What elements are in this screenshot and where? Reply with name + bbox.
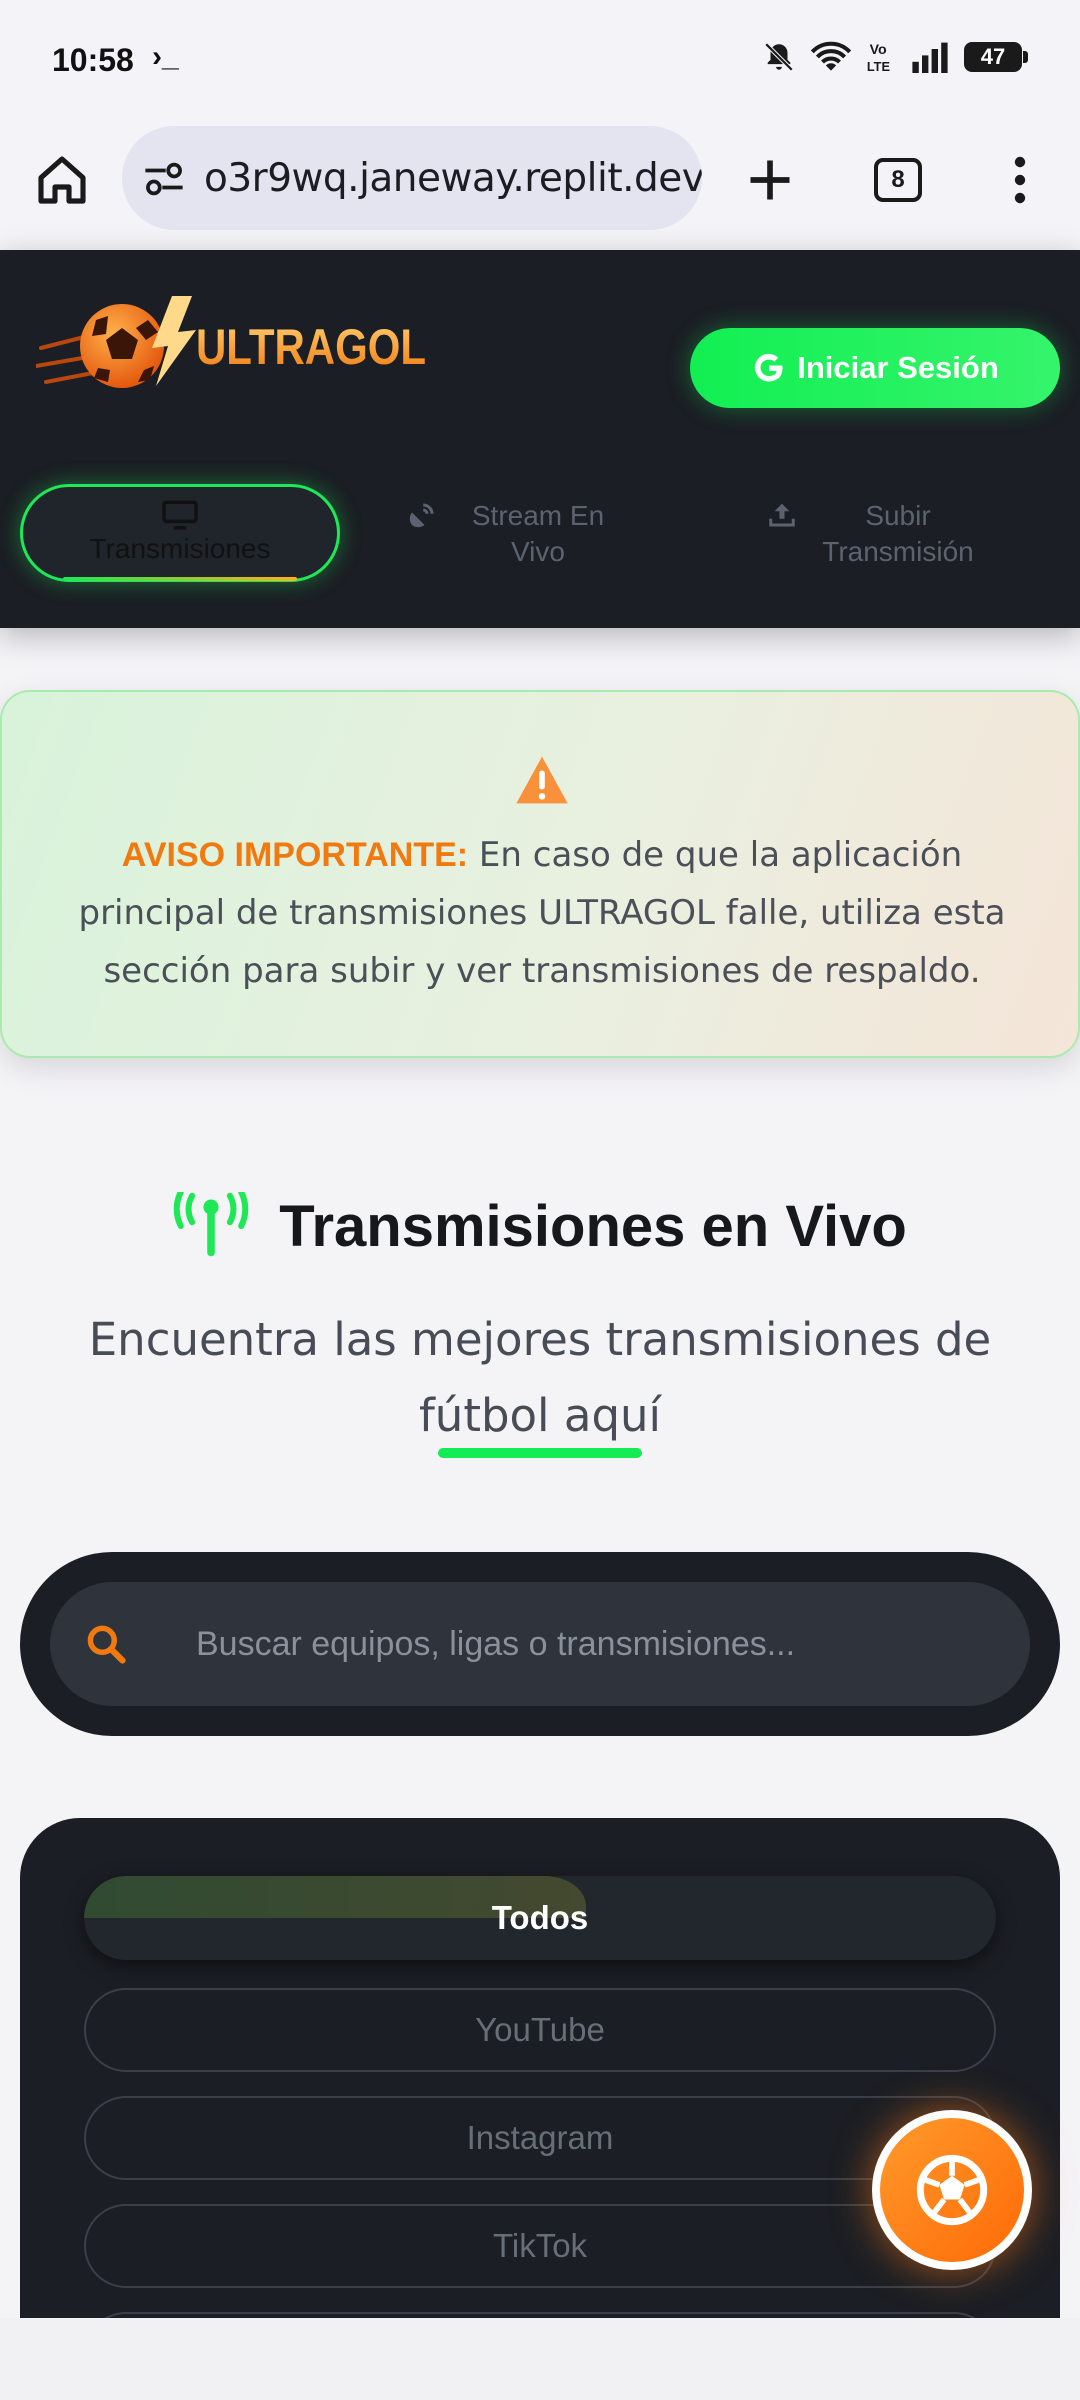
svg-text:LTE: LTE bbox=[867, 59, 890, 74]
address-bar[interactable]: o3r9wq.janeway.replit.dev bbox=[122, 126, 702, 230]
tab-subir-transmision[interactable]: Subir Transmisión bbox=[760, 484, 1000, 584]
soccer-ball-icon bbox=[916, 2154, 988, 2226]
tab-transmisiones[interactable]: Transmisiones bbox=[20, 484, 340, 582]
bell-off-icon bbox=[764, 42, 794, 72]
signal-icon bbox=[912, 42, 948, 73]
floating-action-button[interactable] bbox=[872, 2110, 1032, 2270]
ultragol-logo[interactable]: ULTRAGOL bbox=[36, 286, 436, 406]
login-button-label: Iniciar Sesión bbox=[797, 350, 999, 385]
upload-icon bbox=[769, 503, 795, 527]
google-icon bbox=[755, 353, 783, 382]
monitor-icon bbox=[162, 500, 198, 530]
status-time: 10:58 bbox=[52, 42, 134, 78]
search-box[interactable] bbox=[50, 1582, 1030, 1706]
volte-icon: VoLTE bbox=[867, 42, 890, 74]
search-icon bbox=[87, 1625, 126, 1664]
search-container bbox=[20, 1552, 1060, 1736]
filter-youtube[interactable]: YouTube bbox=[84, 1988, 996, 2072]
tab-stream-label: Stream En Vivo bbox=[471, 500, 605, 567]
wifi-icon bbox=[810, 41, 852, 71]
tab-transmisiones-label: Transmisiones bbox=[89, 533, 271, 564]
page-subtitle: Encuentra las mejores transmisiones de f… bbox=[88, 1313, 992, 1442]
filter-tiktok-label: TikTok bbox=[492, 2227, 588, 2264]
url-text[interactable]: o3r9wq.janeway.replit.dev bbox=[204, 156, 702, 201]
filter-instagram-label: Instagram bbox=[466, 2119, 614, 2156]
important-notice: AVISO IMPORTANTE: En caso de que la apli… bbox=[0, 690, 1080, 1058]
notice-body: AVISO IMPORTANTE: En caso de que la apli… bbox=[62, 826, 1022, 1000]
platform-filter-panel: Todos YouTube Instagram TikTok bbox=[20, 1818, 1060, 2400]
bottom-area bbox=[0, 2318, 1080, 2400]
status-icons: Vo LTE 47 bbox=[762, 40, 1028, 74]
tab-stream-en-vivo[interactable]: Stream En Vivo bbox=[400, 484, 640, 584]
broadcast-icon bbox=[409, 503, 434, 528]
status-bar: 10:58 ›_ Vo LTE 47 bbox=[0, 0, 1080, 122]
page-title: Transmisiones en Vivo bbox=[279, 1193, 907, 1259]
terminal-icon: ›_ bbox=[152, 40, 179, 73]
home-icon[interactable] bbox=[34, 152, 90, 208]
tabs-icon[interactable]: 8 bbox=[874, 158, 922, 202]
filter-tiktok[interactable]: TikTok bbox=[84, 2204, 996, 2288]
notice-label: AVISO IMPORTANTE: bbox=[121, 836, 469, 874]
fab-inner bbox=[880, 2118, 1024, 2262]
tab-upload-label: Subir Transmisión bbox=[822, 500, 974, 567]
site-settings-icon[interactable] bbox=[142, 162, 186, 196]
antenna-icon bbox=[174, 1192, 249, 1257]
main-nav: Transmisiones Stream En Vivo Subir Trans… bbox=[0, 484, 1080, 604]
filter-instagram[interactable]: Instagram bbox=[84, 2096, 996, 2180]
menu-icon[interactable] bbox=[1000, 156, 1040, 204]
svg-text:ULTRAGOL: ULTRAGOL bbox=[196, 319, 426, 375]
section-heading: Transmisiones en Vivo bbox=[0, 1192, 1080, 1260]
search-input[interactable] bbox=[196, 1620, 996, 1668]
browser-toolbar: o3r9wq.janeway.replit.dev 8 bbox=[0, 122, 1080, 250]
title-underline bbox=[438, 1448, 642, 1458]
svg-text:Vo: Vo bbox=[870, 42, 887, 58]
warning-icon bbox=[516, 756, 568, 804]
battery-icon: 47 bbox=[964, 42, 1028, 72]
filter-youtube-label: YouTube bbox=[475, 2011, 605, 2048]
app-header: ULTRAGOL Iniciar Sesión Transmisiones St… bbox=[0, 250, 1080, 628]
login-button[interactable]: Iniciar Sesión bbox=[690, 328, 1060, 408]
filter-todos[interactable]: Todos bbox=[84, 1876, 996, 1960]
plus-icon[interactable] bbox=[744, 154, 796, 206]
filter-todos-label: Todos bbox=[491, 1899, 589, 1936]
